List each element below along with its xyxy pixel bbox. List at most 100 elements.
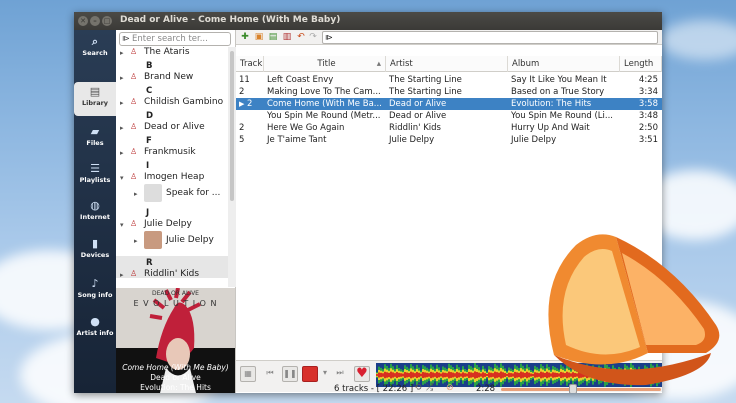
analyzer-bar xyxy=(506,373,508,377)
sidebar-item-search[interactable]: ⌕ Search xyxy=(74,32,116,66)
scrollbar-thumb[interactable] xyxy=(230,51,234,201)
sort-arrow-icon[interactable]: ▴ xyxy=(377,56,381,72)
sidebar-item-playlists[interactable]: ☰ Playlists xyxy=(74,159,116,193)
analyzer-bar xyxy=(490,372,492,378)
art-toggle-button[interactable]: ▦ xyxy=(240,366,256,382)
stop-button[interactable] xyxy=(302,366,318,382)
playlist-row[interactable]: 11 Left Coast Envy The Starting Line Say It… xyxy=(236,74,662,86)
expand-arrow-icon[interactable]: ▸ xyxy=(120,49,124,57)
cell-artist: The Starting Line xyxy=(389,75,462,85)
folder-icon: ▰ xyxy=(90,125,100,138)
analyzer-bar xyxy=(412,372,414,378)
repeat-icon[interactable]: ⟲ xyxy=(414,383,422,393)
library-artist-item[interactable]: Frankmusik xyxy=(144,147,196,157)
stop-dropdown-icon[interactable]: ▾ xyxy=(320,366,330,382)
analyzer-bar xyxy=(456,371,458,379)
playlist-row[interactable]: ▶ 2 Come Home (With Me Ba... Dead or Alive E… xyxy=(236,98,662,110)
cell-title: Come Home (With Me Ba... xyxy=(267,99,382,109)
save-playlist-icon[interactable]: ▤ xyxy=(268,32,278,42)
analyzer-bar xyxy=(466,373,468,377)
library-artist-item[interactable]: Imogen Heap xyxy=(144,172,204,182)
undo-icon[interactable]: ↶ xyxy=(296,32,306,42)
sidebar-item-song-info[interactable]: ♪ Song info xyxy=(74,274,116,308)
analyzer-bar xyxy=(516,372,518,378)
analyzer-bar xyxy=(388,372,390,378)
cell-title: Making Love To The Cam... xyxy=(267,87,381,97)
art-band-text: DEAD OR ALIVE xyxy=(152,290,199,297)
artist-icon: ♙ xyxy=(130,269,138,278)
playlist-row[interactable]: 2 Making Love To The Cam... The Starting L… xyxy=(236,86,662,98)
library-artist-item[interactable]: Julie Delpy xyxy=(144,219,192,229)
expand-arrow-icon[interactable]: ▸ xyxy=(120,271,124,279)
close-icon[interactable]: ✕ xyxy=(78,16,88,26)
next-icon[interactable]: ⏭ xyxy=(332,366,348,382)
expand-arrow-icon[interactable]: ▸ xyxy=(120,99,124,107)
library-artist-item[interactable]: The Ataris xyxy=(144,47,190,57)
library-album-item[interactable]: Speak for ... xyxy=(166,188,220,198)
sidebar-item-library[interactable]: ▤ Library xyxy=(74,82,116,116)
column-header-album[interactable]: Album xyxy=(508,56,620,72)
maximize-icon[interactable]: □ xyxy=(102,16,112,26)
expand-arrow-icon[interactable]: ▸ xyxy=(120,149,124,157)
playlist-row[interactable]: You Spin Me Round (Metr... Dead or Alive Y… xyxy=(236,110,662,122)
previous-icon[interactable]: ⏮ xyxy=(262,366,278,382)
analyzer-bar xyxy=(376,374,378,376)
analyzer-bar xyxy=(452,372,454,378)
playlist-row[interactable]: 2 Here We Go Again Riddlin' Kids Hurry Up A… xyxy=(236,122,662,134)
analyzer-bar xyxy=(520,371,522,379)
sidebar-item-files[interactable]: ▰ Files xyxy=(74,122,116,156)
pause-button[interactable]: ❚❚ xyxy=(282,366,298,382)
collapse-arrow-icon[interactable]: ▾ xyxy=(120,174,124,182)
expand-arrow-icon[interactable]: ▸ xyxy=(120,74,124,82)
scrobble-icon[interactable]: ⊘ xyxy=(446,383,454,393)
expand-arrow-icon[interactable]: ▸ xyxy=(134,190,138,198)
analyzer-bar xyxy=(430,371,432,379)
cell-length: 3:58 xyxy=(638,99,658,109)
playlist-row[interactable]: 5 Je T'aime Tant Julie Delpy Julie Delpy 3:5… xyxy=(236,134,662,146)
shuffle-icon[interactable]: ⤮ xyxy=(426,383,433,393)
playlist-filter-input[interactable]: ⧐ xyxy=(322,31,658,44)
column-header-length[interactable]: Length xyxy=(620,56,662,72)
library-search-input[interactable]: ⧐ Enter search ter... xyxy=(119,32,231,46)
artist-icon: ♙ xyxy=(130,122,138,131)
playlist-toolbar: ✚ ▣ ▤ ▥ ↶ ↷ ⧐ xyxy=(236,30,662,45)
library-album-item[interactable]: Julie Delpy xyxy=(166,235,214,245)
analyzer-bar xyxy=(494,371,496,379)
new-playlist-icon[interactable]: ✚ xyxy=(240,32,250,42)
sidebar-item-devices[interactable]: ▮ Devices xyxy=(74,234,116,268)
filter-icon: ⧐ xyxy=(122,34,130,43)
analyzer-bar xyxy=(464,373,466,377)
library-artist-item[interactable]: Childish Gambino xyxy=(144,97,223,107)
expand-arrow-icon[interactable]: ▸ xyxy=(120,124,124,132)
analyzer-bar xyxy=(440,373,442,377)
analyzer-bar xyxy=(500,371,502,379)
analyzer-bar xyxy=(446,373,448,377)
analyzer-bar xyxy=(488,372,490,378)
library-scrollbar[interactable] xyxy=(228,47,236,287)
analyzer-bar xyxy=(474,371,476,379)
library-letter-header: I xyxy=(146,161,150,171)
column-header-track[interactable]: Track xyxy=(236,56,264,72)
clear-playlist-icon[interactable]: ▥ xyxy=(282,32,292,42)
analyzer-bar xyxy=(530,373,532,377)
column-header-artist[interactable]: Artist xyxy=(386,56,508,72)
redo-icon[interactable]: ↷ xyxy=(308,32,318,42)
column-header-title[interactable]: Title ▴ xyxy=(264,56,386,72)
analyzer-bar xyxy=(510,373,512,377)
analyzer-bar xyxy=(460,373,462,377)
minimize-icon[interactable]: – xyxy=(90,16,100,26)
sidebar-item-internet[interactable]: ◍ Internet xyxy=(74,196,116,230)
album-art[interactable]: DEAD OR ALIVE E V O L U T I O N Come Hom… xyxy=(116,288,235,393)
library-artist-item[interactable]: Riddlin' Kids xyxy=(144,269,199,279)
library-artist-item[interactable]: Dead or Alive xyxy=(144,122,205,132)
load-playlist-icon[interactable]: ▣ xyxy=(254,32,264,42)
library-icon: ▤ xyxy=(89,85,101,98)
now-playing-album: Evolution: The Hits xyxy=(140,383,211,392)
analyzer-bar xyxy=(436,371,438,379)
expand-arrow-icon[interactable]: ▸ xyxy=(134,237,138,245)
library-artist-item[interactable]: Brand New xyxy=(144,72,193,82)
sidebar-item-artist-info[interactable]: ● Artist info xyxy=(74,312,116,346)
cell-title: Here We Go Again xyxy=(267,123,345,133)
collapse-arrow-icon[interactable]: ▾ xyxy=(120,221,124,229)
love-heart-icon[interactable]: ♥ xyxy=(354,366,370,382)
